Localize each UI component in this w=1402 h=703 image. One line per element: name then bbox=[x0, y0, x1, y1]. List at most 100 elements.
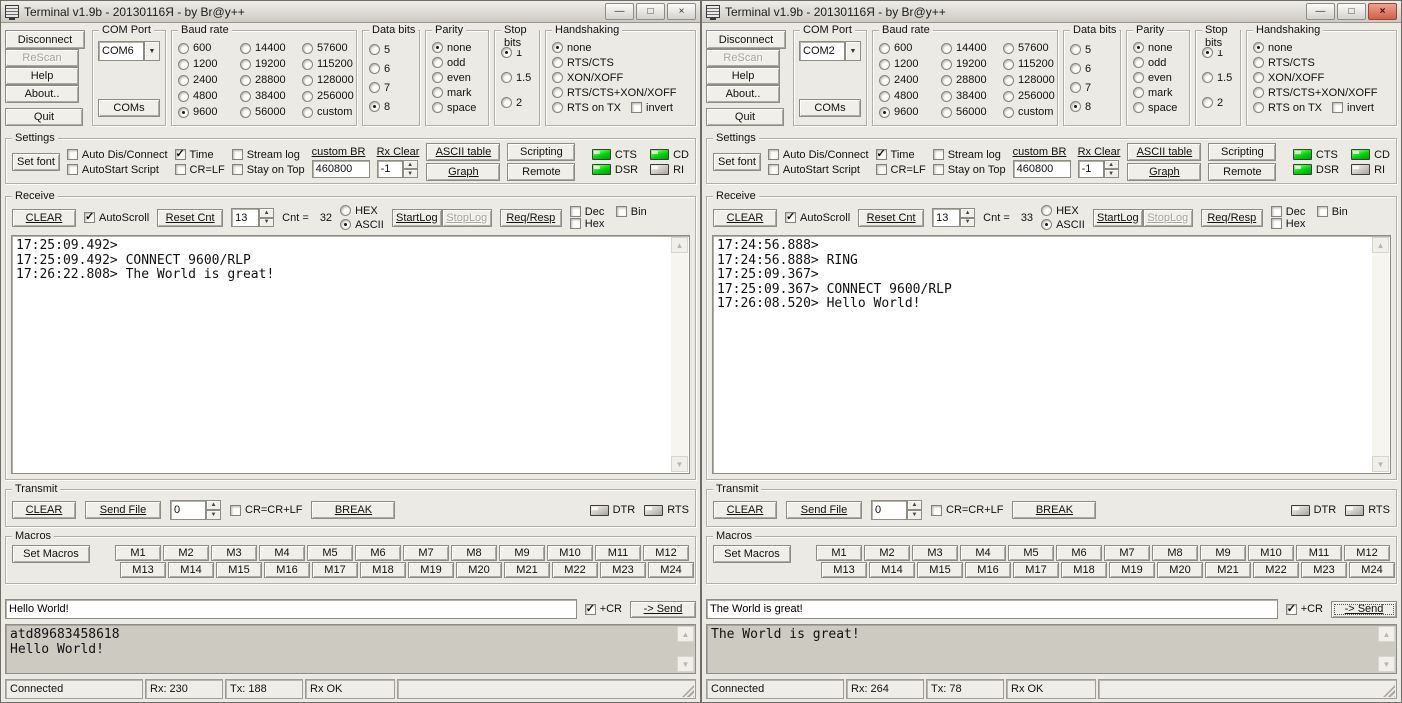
receive-scrollbar[interactable]: ▲ ▼ bbox=[671, 237, 688, 472]
baud-option-radio[interactable]: 2400 bbox=[178, 72, 240, 88]
parity-radio[interactable]: mark bbox=[432, 85, 482, 100]
baud-option-radio[interactable]: 256000 bbox=[302, 88, 356, 104]
macro-button[interactable]: M11 bbox=[1296, 545, 1342, 561]
spin-up-icon[interactable]: ▲ bbox=[403, 160, 418, 169]
baud-option-radio[interactable]: 1200 bbox=[879, 56, 941, 72]
chevron-down-icon[interactable]: ▼ bbox=[845, 41, 861, 61]
req-resp-button[interactable]: Req/Resp bbox=[500, 209, 562, 227]
macro-button[interactable]: M12 bbox=[643, 545, 689, 561]
stream-log-checkbox[interactable]: Stream log bbox=[232, 149, 305, 161]
transmit-spinner[interactable]: 0 ▲ ▼ bbox=[170, 500, 221, 520]
remote-button[interactable]: Remote bbox=[507, 163, 575, 181]
cr-lf-checkbox[interactable]: CR=LF bbox=[175, 164, 225, 176]
send-button[interactable]: -> Send bbox=[1331, 601, 1397, 618]
macro-button[interactable]: M6 bbox=[355, 545, 401, 561]
handshaking-radio[interactable]: RTS/CTS bbox=[1253, 55, 1390, 70]
send-input[interactable] bbox=[5, 599, 577, 619]
handshaking-radio[interactable]: none bbox=[552, 40, 689, 55]
transmit-history-scrollbar[interactable]: ▲ ▼ bbox=[677, 626, 694, 672]
invert-checkbox[interactable]: invert bbox=[631, 100, 673, 115]
scripting-button[interactable]: Scripting bbox=[507, 143, 575, 161]
macro-button[interactable]: M16 bbox=[264, 562, 310, 578]
maximize-button[interactable]: □ bbox=[1337, 3, 1366, 20]
macro-button[interactable]: M9 bbox=[1200, 545, 1246, 561]
spin-down-icon[interactable]: ▼ bbox=[206, 510, 221, 520]
hex-checkbox[interactable]: Hex bbox=[1271, 218, 1315, 230]
send-file-button[interactable]: Send File bbox=[786, 501, 862, 519]
dec-checkbox[interactable]: Dec bbox=[570, 206, 614, 218]
baud-option-radio[interactable]: 19200 bbox=[941, 56, 1003, 72]
req-resp-button[interactable]: Req/Resp bbox=[1201, 209, 1263, 227]
scripting-button[interactable]: Scripting bbox=[1208, 143, 1276, 161]
parity-radio[interactable]: even bbox=[1133, 70, 1183, 85]
macro-button[interactable]: M9 bbox=[499, 545, 545, 561]
send-button[interactable]: -> Send bbox=[630, 601, 696, 618]
receive-scrollbar[interactable]: ▲ ▼ bbox=[1372, 237, 1389, 472]
macro-button[interactable]: M22 bbox=[1253, 562, 1299, 578]
scroll-down-icon[interactable]: ▼ bbox=[677, 656, 694, 672]
macro-button[interactable]: M11 bbox=[595, 545, 641, 561]
macro-button[interactable]: M24 bbox=[1349, 562, 1395, 578]
macro-button[interactable]: M8 bbox=[451, 545, 497, 561]
handshaking-radio[interactable]: RTS/CTS+XON/XOFF bbox=[1253, 85, 1390, 100]
baud-option-radio[interactable]: 128000 bbox=[1003, 72, 1057, 88]
dec-checkbox[interactable]: Dec bbox=[1271, 206, 1315, 218]
macro-button[interactable]: M18 bbox=[1061, 562, 1107, 578]
scroll-down-icon[interactable]: ▼ bbox=[1378, 656, 1395, 672]
baud-option-radio[interactable]: custom bbox=[302, 104, 356, 120]
receive-clear-button[interactable]: CLEAR bbox=[12, 209, 76, 227]
data-bits-radio[interactable]: 6 bbox=[1070, 59, 1114, 78]
cr-lf-checkbox[interactable]: CR=LF bbox=[876, 164, 926, 176]
macro-button[interactable]: M2 bbox=[864, 545, 910, 561]
autoscroll-checkbox[interactable]: AutoScroll bbox=[84, 212, 149, 224]
baud-option-radio[interactable]: 28800 bbox=[941, 72, 1003, 88]
autostart-script-checkbox[interactable]: AutoStart Script bbox=[67, 164, 168, 176]
set-font-button[interactable]: Set font bbox=[12, 153, 60, 171]
baud-option-radio[interactable]: 115200 bbox=[1003, 56, 1057, 72]
handshaking-radio[interactable]: RTS on TX bbox=[1253, 100, 1322, 115]
stay-on-top-checkbox[interactable]: Stay on Top bbox=[933, 164, 1006, 176]
stop-bits-radio[interactable]: 1.5 bbox=[501, 65, 533, 90]
spin-down-icon[interactable]: ▼ bbox=[403, 169, 418, 178]
startlog-button[interactable]: StartLog bbox=[392, 209, 442, 227]
baud-option-radio[interactable]: 128000 bbox=[302, 72, 356, 88]
macro-button[interactable]: M6 bbox=[1056, 545, 1102, 561]
macro-button[interactable]: M1 bbox=[816, 545, 862, 561]
invert-checkbox[interactable]: invert bbox=[1332, 100, 1374, 115]
autostart-script-checkbox[interactable]: AutoStart Script bbox=[768, 164, 869, 176]
macro-button[interactable]: M21 bbox=[1205, 562, 1251, 578]
reset-cnt-button[interactable]: Reset Cnt bbox=[157, 209, 223, 227]
scroll-down-icon[interactable]: ▼ bbox=[1372, 456, 1389, 472]
transmit-history-area[interactable]: atd89683458618 Hello World! ▲ ▼ bbox=[5, 624, 696, 674]
graph-button[interactable]: Graph bbox=[426, 163, 500, 181]
close-button[interactable]: × bbox=[1368, 3, 1397, 20]
baud-option-radio[interactable]: 9600 bbox=[178, 104, 240, 120]
spin-down-icon[interactable]: ▼ bbox=[960, 218, 975, 228]
resize-grip[interactable] bbox=[1383, 685, 1395, 697]
macro-button[interactable]: M13 bbox=[821, 562, 867, 578]
coms-button[interactable]: COMs bbox=[98, 99, 160, 117]
transmit-history-area[interactable]: The World is great! ▲ ▼ bbox=[706, 624, 1397, 674]
break-button[interactable]: BREAK bbox=[1012, 501, 1096, 519]
baud-option-radio[interactable]: 56000 bbox=[240, 104, 302, 120]
plus-cr-checkbox[interactable]: +CR bbox=[585, 603, 622, 615]
spin-down-icon[interactable]: ▼ bbox=[1104, 169, 1119, 178]
stop-bits-radio[interactable]: 2 bbox=[501, 90, 533, 115]
receive-terminal-area[interactable]: 17:25:09.492> 17:25:09.492> CONNECT 9600… bbox=[11, 235, 690, 474]
ascii-table-button[interactable]: ASCII table bbox=[426, 143, 500, 161]
macro-button[interactable]: M17 bbox=[1013, 562, 1059, 578]
spin-up-icon[interactable]: ▲ bbox=[259, 208, 274, 218]
plus-cr-checkbox[interactable]: +CR bbox=[1286, 603, 1323, 615]
autoscroll-checkbox[interactable]: AutoScroll bbox=[785, 212, 850, 224]
hex-radio[interactable]: HEX bbox=[1041, 204, 1085, 217]
parity-radio[interactable]: none bbox=[432, 40, 482, 55]
macro-button[interactable]: M13 bbox=[120, 562, 166, 578]
baud-option-radio[interactable]: 1200 bbox=[178, 56, 240, 72]
macro-button[interactable]: M2 bbox=[163, 545, 209, 561]
baud-option-radio[interactable]: 14400 bbox=[240, 40, 302, 56]
help-button[interactable]: Help bbox=[706, 67, 780, 85]
maximize-button[interactable]: □ bbox=[636, 3, 665, 20]
macro-button[interactable]: M7 bbox=[1104, 545, 1150, 561]
receive-clear-button[interactable]: CLEAR bbox=[713, 209, 777, 227]
data-bits-radio[interactable]: 8 bbox=[1070, 97, 1114, 116]
